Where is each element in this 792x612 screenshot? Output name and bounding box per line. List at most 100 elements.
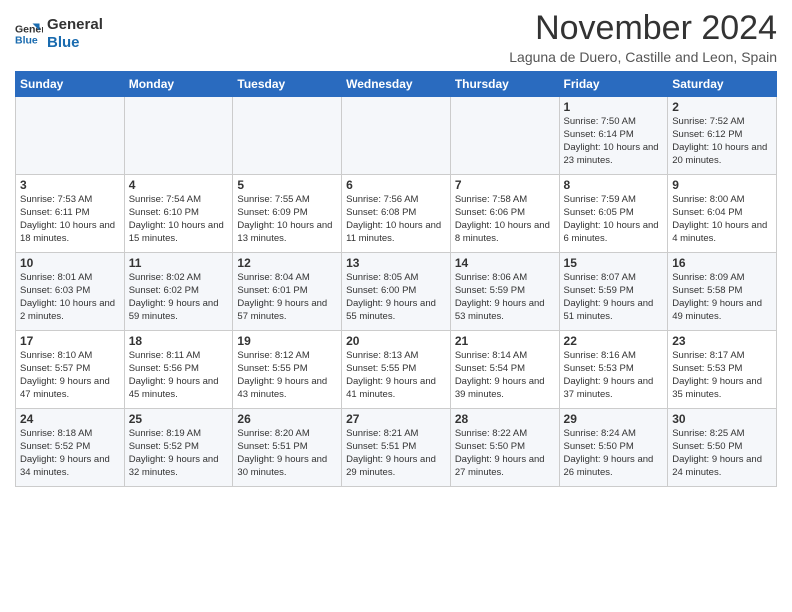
weekday-header-thursday: Thursday: [450, 72, 559, 97]
weekday-header-monday: Monday: [124, 72, 233, 97]
day-info: Sunrise: 8:07 AM Sunset: 5:59 PM Dayligh…: [564, 272, 664, 323]
calendar-cell: 26 Sunrise: 8:20 AM Sunset: 5:51 PM Dayli…: [233, 409, 342, 487]
calendar-cell: 7 Sunrise: 7:58 AM Sunset: 6:06 PM Daylig…: [450, 175, 559, 253]
title-block: November 2024 Laguna de Duero, Castille …: [509, 10, 777, 65]
location-subtitle: Laguna de Duero, Castille and Leon, Spai…: [509, 49, 777, 65]
day-info: Sunrise: 7:52 AM Sunset: 6:12 PM Dayligh…: [672, 116, 772, 167]
day-number: 28: [455, 412, 555, 426]
day-info: Sunrise: 8:19 AM Sunset: 5:52 PM Dayligh…: [129, 428, 229, 479]
calendar-cell: 6 Sunrise: 7:56 AM Sunset: 6:08 PM Daylig…: [342, 175, 451, 253]
calendar-cell: 11 Sunrise: 8:02 AM Sunset: 6:02 PM Dayli…: [124, 253, 233, 331]
day-info: Sunrise: 8:25 AM Sunset: 5:50 PM Dayligh…: [672, 428, 772, 479]
day-number: 7: [455, 178, 555, 192]
calendar-cell: [124, 97, 233, 175]
day-number: 25: [129, 412, 229, 426]
day-info: Sunrise: 8:24 AM Sunset: 5:50 PM Dayligh…: [564, 428, 664, 479]
day-info: Sunrise: 8:16 AM Sunset: 5:53 PM Dayligh…: [564, 350, 664, 401]
calendar-cell: 9Sunrise: 8:00 AM Sunset: 6:04 PM Daylig…: [668, 175, 777, 253]
calendar-week-4: 17 Sunrise: 8:10 AM Sunset: 5:57 PM Dayli…: [16, 331, 777, 409]
day-info: Sunrise: 8:17 AM Sunset: 5:53 PM Dayligh…: [672, 350, 772, 401]
logo: General Blue General Blue: [15, 16, 103, 52]
calendar-cell: 22 Sunrise: 8:16 AM Sunset: 5:53 PM Dayli…: [559, 331, 668, 409]
day-info: Sunrise: 8:02 AM Sunset: 6:02 PM Dayligh…: [129, 272, 229, 323]
day-number: 20: [346, 334, 446, 348]
calendar-cell: 28 Sunrise: 8:22 AM Sunset: 5:50 PM Dayli…: [450, 409, 559, 487]
day-info: Sunrise: 8:14 AM Sunset: 5:54 PM Dayligh…: [455, 350, 555, 401]
weekday-header-friday: Friday: [559, 72, 668, 97]
day-info: Sunrise: 8:05 AM Sunset: 6:00 PM Dayligh…: [346, 272, 446, 323]
day-info: Sunrise: 8:10 AM Sunset: 5:57 PM Dayligh…: [20, 350, 120, 401]
day-number: 11: [129, 256, 229, 270]
calendar-cell: 12 Sunrise: 8:04 AM Sunset: 6:01 PM Dayli…: [233, 253, 342, 331]
day-info: Sunrise: 8:11 AM Sunset: 5:56 PM Dayligh…: [129, 350, 229, 401]
day-info: Sunrise: 8:01 AM Sunset: 6:03 PM Dayligh…: [20, 272, 120, 323]
day-info: Sunrise: 8:18 AM Sunset: 5:52 PM Dayligh…: [20, 428, 120, 479]
logo-text-line2: Blue: [47, 34, 103, 52]
weekday-header-tuesday: Tuesday: [233, 72, 342, 97]
calendar-cell: 18Sunrise: 8:11 AM Sunset: 5:56 PM Dayli…: [124, 331, 233, 409]
day-info: Sunrise: 7:55 AM Sunset: 6:09 PM Dayligh…: [237, 194, 337, 245]
calendar-cell: [16, 97, 125, 175]
calendar-cell: 23 Sunrise: 8:17 AM Sunset: 5:53 PM Dayli…: [668, 331, 777, 409]
calendar-cell: 1Sunrise: 7:50 AM Sunset: 6:14 PM Daylig…: [559, 97, 668, 175]
calendar-cell: 5 Sunrise: 7:55 AM Sunset: 6:09 PM Daylig…: [233, 175, 342, 253]
calendar-cell: 17 Sunrise: 8:10 AM Sunset: 5:57 PM Dayli…: [16, 331, 125, 409]
day-info: Sunrise: 8:13 AM Sunset: 5:55 PM Dayligh…: [346, 350, 446, 401]
calendar-cell: 4 Sunrise: 7:54 AM Sunset: 6:10 PM Daylig…: [124, 175, 233, 253]
day-number: 5: [237, 178, 337, 192]
day-info: Sunrise: 7:59 AM Sunset: 6:05 PM Dayligh…: [564, 194, 664, 245]
day-number: 22: [564, 334, 664, 348]
calendar-cell: 15Sunrise: 8:07 AM Sunset: 5:59 PM Dayli…: [559, 253, 668, 331]
day-number: 14: [455, 256, 555, 270]
day-number: 27: [346, 412, 446, 426]
weekday-header-saturday: Saturday: [668, 72, 777, 97]
calendar-cell: 2Sunrise: 7:52 AM Sunset: 6:12 PM Daylig…: [668, 97, 777, 175]
day-number: 10: [20, 256, 120, 270]
calendar-cell: 27 Sunrise: 8:21 AM Sunset: 5:51 PM Dayli…: [342, 409, 451, 487]
day-info: Sunrise: 7:53 AM Sunset: 6:11 PM Dayligh…: [20, 194, 120, 245]
calendar-cell: [233, 97, 342, 175]
calendar-week-2: 3Sunrise: 7:53 AM Sunset: 6:11 PM Daylig…: [16, 175, 777, 253]
calendar-cell: 3Sunrise: 7:53 AM Sunset: 6:11 PM Daylig…: [16, 175, 125, 253]
day-number: 26: [237, 412, 337, 426]
day-info: Sunrise: 8:00 AM Sunset: 6:04 PM Dayligh…: [672, 194, 772, 245]
day-info: Sunrise: 7:56 AM Sunset: 6:08 PM Dayligh…: [346, 194, 446, 245]
day-info: Sunrise: 8:21 AM Sunset: 5:51 PM Dayligh…: [346, 428, 446, 479]
month-title: November 2024: [509, 10, 777, 47]
weekday-header-row: SundayMondayTuesdayWednesdayThursdayFrid…: [16, 72, 777, 97]
day-number: 23: [672, 334, 772, 348]
calendar-week-1: 1Sunrise: 7:50 AM Sunset: 6:14 PM Daylig…: [16, 97, 777, 175]
calendar-cell: 29 Sunrise: 8:24 AM Sunset: 5:50 PM Dayli…: [559, 409, 668, 487]
day-number: 4: [129, 178, 229, 192]
calendar-week-5: 24Sunrise: 8:18 AM Sunset: 5:52 PM Dayli…: [16, 409, 777, 487]
calendar-cell: 10 Sunrise: 8:01 AM Sunset: 6:03 PM Dayli…: [16, 253, 125, 331]
day-number: 12: [237, 256, 337, 270]
day-number: 30: [672, 412, 772, 426]
day-info: Sunrise: 7:54 AM Sunset: 6:10 PM Dayligh…: [129, 194, 229, 245]
calendar-cell: 30 Sunrise: 8:25 AM Sunset: 5:50 PM Dayli…: [668, 409, 777, 487]
calendar-cell: 25 Sunrise: 8:19 AM Sunset: 5:52 PM Dayli…: [124, 409, 233, 487]
calendar-cell: 14 Sunrise: 8:06 AM Sunset: 5:59 PM Dayli…: [450, 253, 559, 331]
day-number: 13: [346, 256, 446, 270]
page-header: General Blue General Blue November 2024 …: [15, 10, 777, 65]
logo-text-line1: General: [47, 16, 103, 34]
day-info: Sunrise: 8:22 AM Sunset: 5:50 PM Dayligh…: [455, 428, 555, 479]
day-number: 8: [564, 178, 664, 192]
day-number: 29: [564, 412, 664, 426]
calendar-cell: 20 Sunrise: 8:13 AM Sunset: 5:55 PM Dayli…: [342, 331, 451, 409]
day-info: Sunrise: 8:06 AM Sunset: 5:59 PM Dayligh…: [455, 272, 555, 323]
day-number: 6: [346, 178, 446, 192]
day-info: Sunrise: 7:50 AM Sunset: 6:14 PM Dayligh…: [564, 116, 664, 167]
calendar-cell: 24Sunrise: 8:18 AM Sunset: 5:52 PM Dayli…: [16, 409, 125, 487]
weekday-header-wednesday: Wednesday: [342, 72, 451, 97]
calendar-cell: 19Sunrise: 8:12 AM Sunset: 5:55 PM Dayli…: [233, 331, 342, 409]
day-info: Sunrise: 8:20 AM Sunset: 5:51 PM Dayligh…: [237, 428, 337, 479]
calendar-cell: 8 Sunrise: 7:59 AM Sunset: 6:05 PM Daylig…: [559, 175, 668, 253]
calendar-cell: 13 Sunrise: 8:05 AM Sunset: 6:00 PM Dayli…: [342, 253, 451, 331]
day-info: Sunrise: 8:04 AM Sunset: 6:01 PM Dayligh…: [237, 272, 337, 323]
day-info: Sunrise: 7:58 AM Sunset: 6:06 PM Dayligh…: [455, 194, 555, 245]
day-info: Sunrise: 8:12 AM Sunset: 5:55 PM Dayligh…: [237, 350, 337, 401]
calendar-cell: 21Sunrise: 8:14 AM Sunset: 5:54 PM Dayli…: [450, 331, 559, 409]
day-number: 17: [20, 334, 120, 348]
day-number: 16: [672, 256, 772, 270]
